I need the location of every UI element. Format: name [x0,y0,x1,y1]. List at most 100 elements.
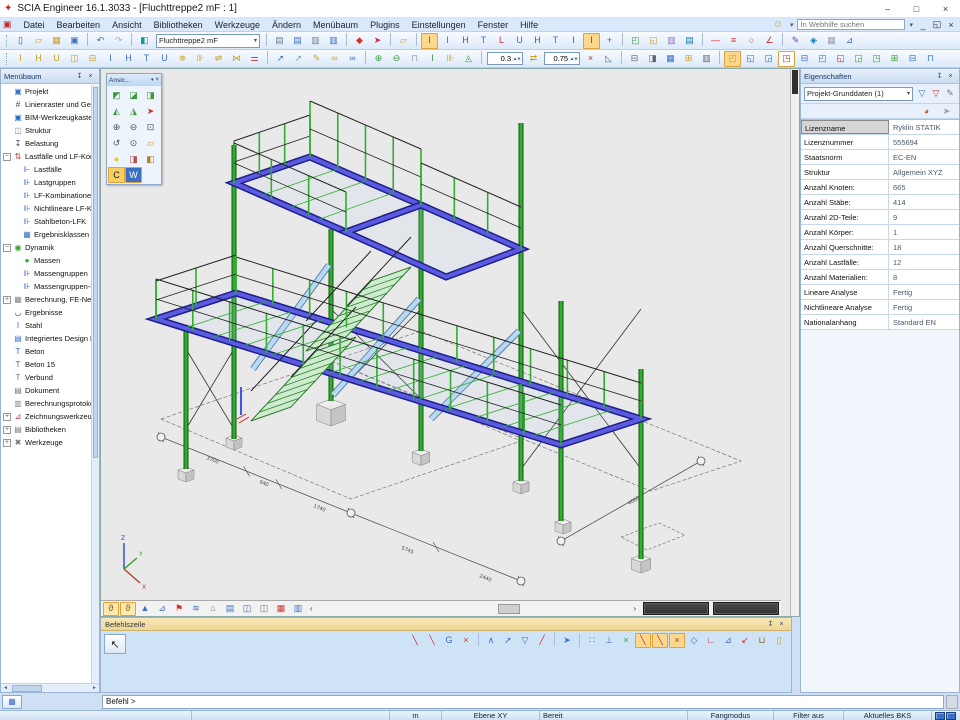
tree-item-lastgruppen[interactable]: ⊪Lastgruppen [1,176,99,189]
edit-props-button[interactable]: ✎ [308,51,325,67]
steel-brace-button[interactable]: T [138,51,155,67]
pin-panel-button[interactable]: ↧ [934,72,945,80]
mass-button[interactable]: ◬ [460,51,477,67]
dimension-tool-button[interactable]: ⊿ [841,33,858,49]
menu-werkzeuge[interactable]: Werkzeuge [209,20,266,30]
property-value[interactable]: 8 [889,270,959,284]
colors-by-layer-button[interactable]: C [108,167,125,183]
close-panel-button[interactable]: × [85,73,96,80]
menu-fenster[interactable]: Fenster [472,20,515,30]
tree-item-projekt[interactable]: ▣Projekt [1,85,99,98]
chevron-down-icon[interactable]: ▾ [151,77,154,83]
property-value[interactable]: Fertig [889,285,959,299]
perspective-off-button[interactable]: ϑ [120,602,136,616]
close-panel-button[interactable]: × [945,73,956,80]
snap-cross-button[interactable]: × [618,633,634,648]
view-zoom-fit-button[interactable]: ⊞ [886,51,903,67]
cmd-filter-button[interactable]: ▽ [517,633,533,648]
fly-mode-button[interactable]: ➤ [369,33,386,49]
view-axo-3-button[interactable]: ◳ [868,51,885,67]
tree-item-massengruppen[interactable]: ⊪Massengruppen [1,267,99,280]
property-row-anzahl-korper[interactable]: Anzahl Körper:1 [801,225,959,240]
property-value[interactable]: Standard EN [889,315,959,329]
picture-add-button[interactable]: ⊞ [680,51,697,67]
triangle-scale-button[interactable]: ◺ [600,51,617,67]
grid-icon[interactable] [946,712,956,720]
perspective-on-button[interactable]: ϑ [103,602,119,616]
property-value[interactable]: 555694 [889,135,959,149]
property-value[interactable]: Fertig [889,300,959,314]
model-3d-structure[interactable]: 37009401740574524404000ZYX [101,69,790,602]
home-view-button[interactable]: ⌂ [205,602,221,616]
property-row-anzahl-lastfalle[interactable]: Anzahl Lastfälle:12 [801,255,959,270]
model-canvas[interactable]: 37009401740574524404000ZYX Ansic... ▾ × … [101,69,790,616]
tree-item-ergebnisklassen[interactable]: ▦Ergebnisklassen [1,228,99,241]
tree-item-stahlbeton-lfk[interactable]: ⊪Stahlbeton-LFK [1,215,99,228]
member-selected-button[interactable]: I [583,33,600,49]
scroll-right-icon[interactable]: ► [90,685,99,691]
scale-spinner-2[interactable]: 0.75 ▲▼ [544,52,580,65]
find-entity-button[interactable]: ◈ [805,33,822,49]
toolbar-grip[interactable] [6,35,9,47]
view-top-button[interactable]: ⊟ [796,51,813,67]
zoom-out-button[interactable]: ⊖ [125,119,142,135]
member-slab-button[interactable]: H [529,33,546,49]
close-panel-button[interactable]: × [776,621,787,628]
remove-node-button[interactable]: ⊖ [388,51,405,67]
cmd-select-up-button[interactable]: ∧ [483,633,499,648]
snap-endpoint-button[interactable]: ╲ [652,633,668,648]
animation-window-2[interactable] [713,602,779,615]
snap-perpendicular-button[interactable]: ∟ [703,633,719,648]
mdi-document-icon[interactable]: ▣ [3,19,12,30]
menu-menubaum[interactable]: Menübaum [307,20,364,30]
menu-einstellungen[interactable]: Einstellungen [406,20,472,30]
property-row-lizenzname[interactable]: LizenznameRyklin STATIK [801,120,959,135]
view-left-button[interactable]: ◲ [760,51,777,67]
view-axo-button[interactable]: ◩ [108,87,125,103]
draw-angle-button[interactable]: ∠ [761,33,778,49]
wireframe-button[interactable]: W [125,167,142,183]
property-row-anzahl-querschnitte[interactable]: Anzahl Querschnitte:18 [801,240,959,255]
command-mode-button[interactable]: ▦ [2,695,22,709]
view-axo-2-button[interactable]: ◲ [850,51,867,67]
cmd-line-point-button[interactable]: ╲ [424,633,440,648]
snap-line-button[interactable]: ╲ [635,633,651,648]
tree-item-lastfalle-und-lf-kombinatic[interactable]: −⇅Lastfälle und LF-Kombinatic [1,150,99,163]
menutree-vertical-scrollbar[interactable] [91,85,99,683]
mdi-minimize-button[interactable]: _ [917,16,929,33]
tree-item-ergebnisse[interactable]: ◡Ergebnisse [1,306,99,319]
snap-arc-button[interactable]: ↙ [737,633,753,648]
tree-item-lastfalle[interactable]: ⊩Lastfälle [1,163,99,176]
member-plate-button[interactable]: L [493,33,510,49]
command-resize-handle[interactable] [946,695,958,709]
scale-spinner-1[interactable]: 0.3 ▲▼ [487,52,523,65]
beam-opening-button[interactable]: ◫ [66,51,83,67]
snap-ortho-button[interactable]: ⊥ [601,633,617,648]
window-single-button[interactable]: ◫ [256,602,272,616]
close-icon[interactable]: × [155,77,159,83]
spinner-arrows-icon[interactable]: ▲▼ [512,57,522,61]
tree-item-massen[interactable]: ●Massen [1,254,99,267]
property-value[interactable]: 414 [889,195,959,209]
tree-item-berechnung-fe-netz[interactable]: +▦Berechnung, FE-Netz [1,293,99,306]
add-node-button[interactable]: ⊕ [370,51,387,67]
filter-all-button[interactable]: ▽ [915,86,929,101]
zoom-selection-button[interactable]: ⊙ [125,135,142,151]
property-value[interactable]: EC-EN [889,150,959,164]
animation-window-1[interactable] [643,602,709,615]
cmd-delete-button[interactable]: × [458,633,474,648]
cmd-pointer-star-button[interactable]: ➤ [559,633,575,648]
copy-button[interactable]: ▤ [271,33,288,49]
scrollbar-thumb[interactable] [12,685,42,692]
scrollbar-thumb[interactable] [792,70,798,94]
send-action-button[interactable]: ➤ [938,103,955,119]
show-all-button[interactable]: ◧ [142,151,159,167]
property-value[interactable]: Allgemein XYZ [889,165,959,179]
property-row-anzahl-stabe[interactable]: Anzahl Stäbe:414 [801,195,959,210]
document-view-button[interactable]: ▥ [663,33,680,49]
steel-col-button[interactable]: I [102,51,119,67]
chain-1-button[interactable]: ∞ [326,51,343,67]
view-back-button[interactable]: ◱ [742,51,759,67]
property-value[interactable]: 9 [889,210,959,224]
ucs-icon[interactable] [935,712,945,720]
